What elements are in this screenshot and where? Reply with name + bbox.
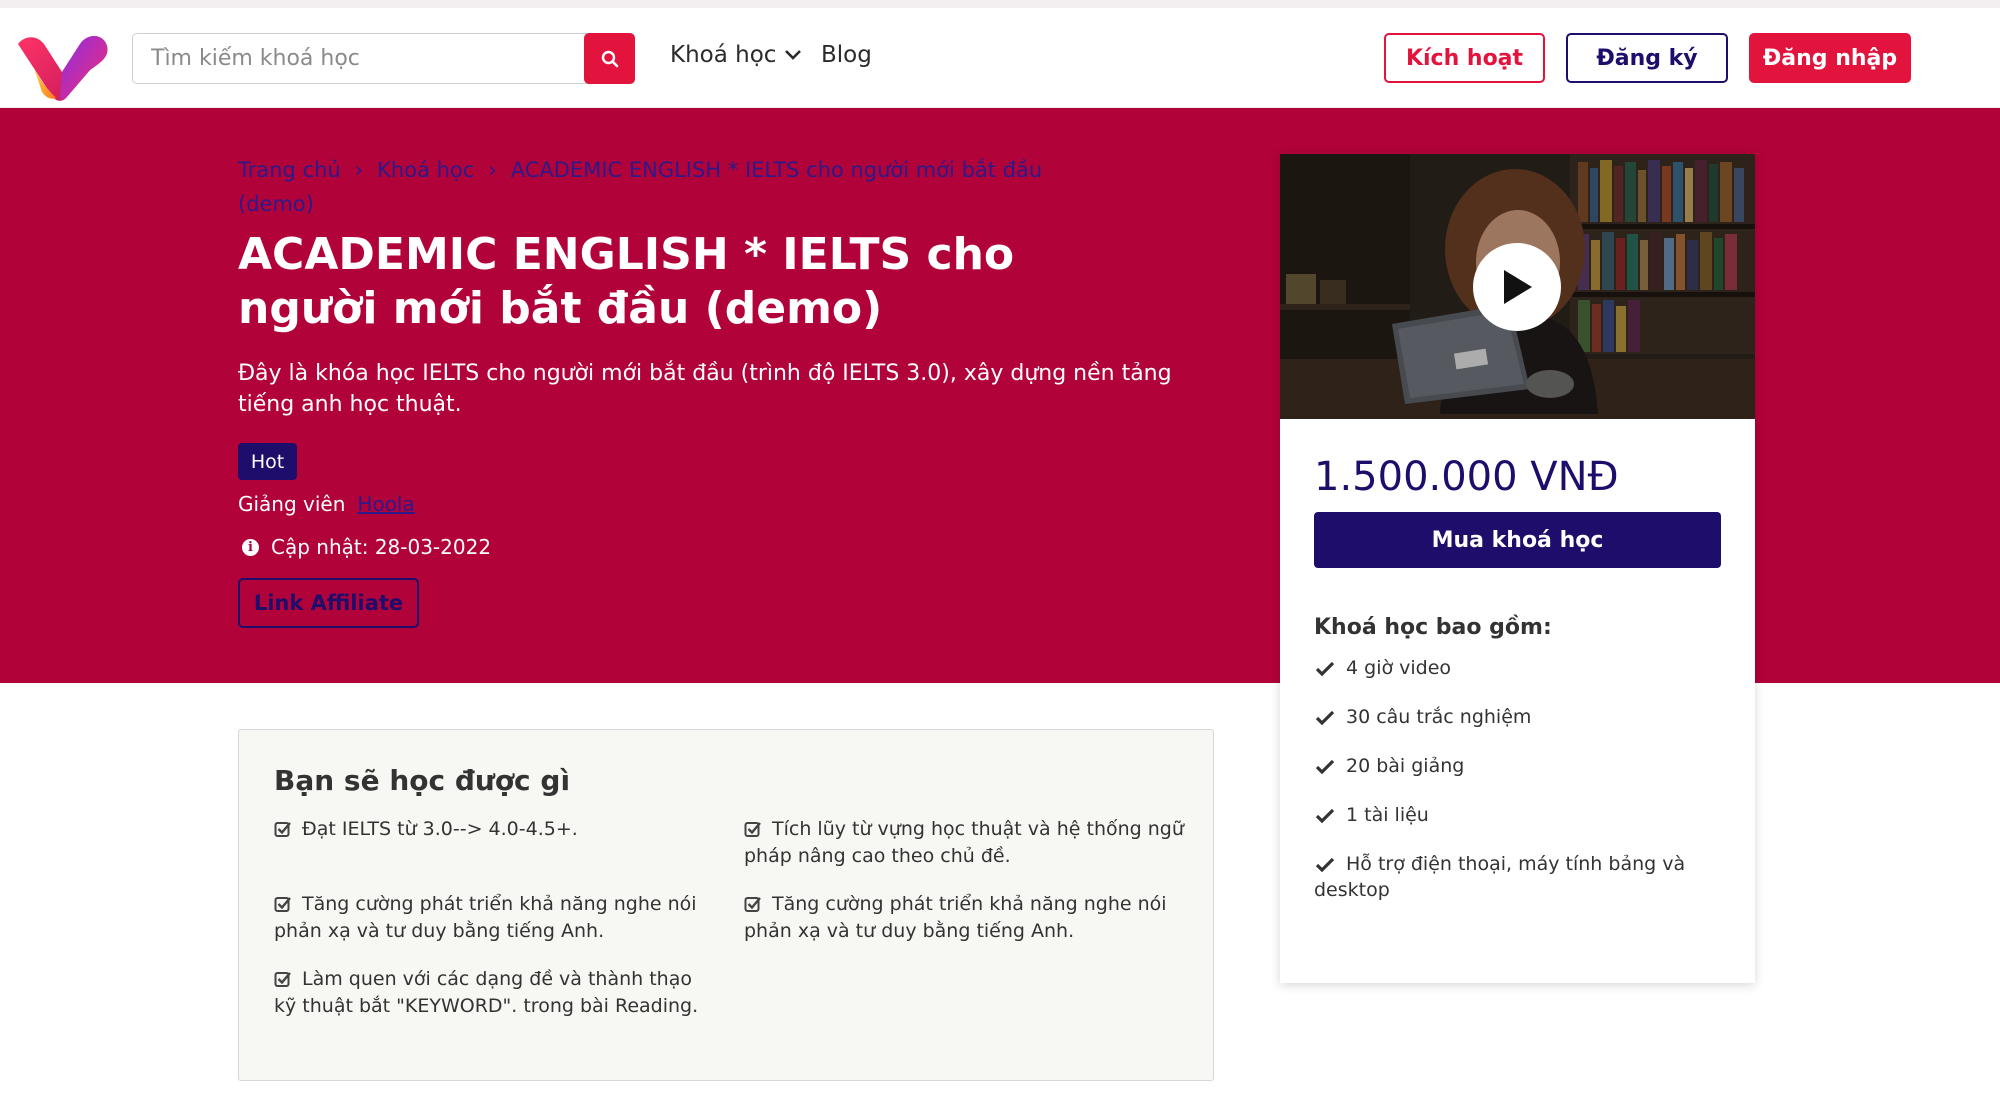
includes-item: 20 bài giảng bbox=[1314, 753, 1724, 779]
affiliate-link-button[interactable]: Link Affiliate bbox=[238, 578, 419, 628]
learn-item: Làm quen với các dạng đề và thành thạo k… bbox=[274, 966, 714, 1020]
nav-courses-dropdown[interactable]: Khoá học bbox=[670, 42, 802, 68]
updated-date: Cập nhật: 28-03-2022 bbox=[271, 535, 492, 559]
includes-item-label: Hỗ trợ điện thoại, máy tính bảng và desk… bbox=[1314, 853, 1686, 901]
checkbox-icon bbox=[274, 897, 291, 912]
check-icon bbox=[1315, 808, 1335, 823]
includes-item: 1 tài liệu bbox=[1314, 802, 1724, 828]
breadcrumb-courses[interactable]: Khoá học bbox=[377, 158, 474, 182]
learn-item: Tăng cường phát triển khả năng nghe nói … bbox=[274, 891, 714, 945]
search-icon bbox=[601, 50, 618, 67]
course-purchase-card: 1.500.000 VNĐ Mua khoá học Khoá học bao … bbox=[1280, 154, 1755, 983]
learn-outcomes-box: Bạn sẽ học được gì Đạt IELTS từ 3.0--> 4… bbox=[238, 729, 1214, 1081]
learn-item: Đạt IELTS từ 3.0--> 4.0-4.5+. bbox=[274, 816, 714, 843]
learn-item-label: Tăng cường phát triển khả năng nghe nói … bbox=[744, 893, 1167, 942]
learn-item-label: Tích lũy từ vựng học thuật và hệ thống n… bbox=[744, 818, 1184, 867]
checkbox-icon bbox=[274, 972, 291, 987]
includes-item-label: 20 bài giảng bbox=[1346, 755, 1465, 777]
search-box bbox=[132, 33, 635, 84]
checkbox-icon bbox=[274, 822, 291, 837]
course-preview-video[interactable] bbox=[1280, 154, 1755, 419]
search-input[interactable] bbox=[133, 34, 583, 83]
breadcrumb-home[interactable]: Trang chủ bbox=[238, 158, 341, 182]
includes-item-label: 4 giờ video bbox=[1346, 657, 1452, 679]
v-logo-icon[interactable] bbox=[14, 28, 110, 104]
includes-item-label: 1 tài liệu bbox=[1346, 804, 1429, 826]
play-button[interactable] bbox=[1473, 243, 1561, 331]
course-price: 1.500.000 VNĐ bbox=[1314, 454, 1619, 500]
learn-item-label: Làm quen với các dạng đề và thành thạo k… bbox=[274, 968, 699, 1017]
includes-item: 30 câu trắc nghiệm bbox=[1314, 704, 1724, 730]
nav-blog-link[interactable]: Blog bbox=[821, 42, 872, 68]
includes-item-label: 30 câu trắc nghiệm bbox=[1346, 706, 1532, 728]
breadcrumb-separator-icon: › bbox=[488, 158, 497, 182]
hot-badge: Hot bbox=[238, 443, 297, 480]
activate-button[interactable]: Kích hoạt bbox=[1384, 33, 1545, 83]
learn-item: Tăng cường phát triển khả năng nghe nói … bbox=[744, 891, 1184, 945]
check-icon bbox=[1315, 759, 1335, 774]
info-icon: i bbox=[242, 538, 259, 556]
check-icon bbox=[1315, 857, 1335, 872]
checkbox-icon bbox=[744, 897, 761, 912]
top-strip bbox=[0, 0, 2000, 8]
instructor-line: Giảng viên Hoola bbox=[238, 492, 415, 516]
register-button[interactable]: Đăng ký bbox=[1566, 33, 1728, 83]
learn-item: Tích lũy từ vựng học thuật và hệ thống n… bbox=[744, 816, 1184, 870]
play-icon bbox=[1504, 270, 1532, 304]
breadcrumb: Trang chủ › Khoá học › ACADEMIC ENGLISH * IE… bbox=[238, 153, 1098, 221]
login-button[interactable]: Đăng nhập bbox=[1749, 33, 1911, 83]
learn-item-label: Đạt IELTS từ 3.0--> 4.0-4.5+. bbox=[302, 818, 578, 840]
course-description: Đây là khóa học IELTS cho người mới bắt … bbox=[238, 361, 1172, 417]
checkbox-icon bbox=[744, 822, 761, 837]
buy-course-button[interactable]: Mua khoá học bbox=[1314, 512, 1721, 568]
check-icon bbox=[1315, 710, 1335, 725]
check-icon bbox=[1315, 661, 1335, 676]
instructor-link[interactable]: Hoola bbox=[357, 492, 414, 516]
chevron-down-icon bbox=[785, 50, 802, 60]
includes-item: Hỗ trợ điện thoại, máy tính bảng và desk… bbox=[1314, 851, 1724, 903]
includes-heading: Khoá học bao gồm: bbox=[1314, 615, 1552, 640]
learn-item-label: Tăng cường phát triển khả năng nghe nói … bbox=[274, 893, 697, 942]
learn-outcomes-title: Bạn sẽ học được gì bbox=[274, 764, 571, 797]
includes-item: 4 giờ video bbox=[1314, 655, 1724, 681]
instructor-label: Giảng viên bbox=[238, 492, 346, 516]
updated-line: i Cập nhật: 28-03-2022 bbox=[242, 535, 491, 559]
site-header: Khoá học Blog Kích hoạt Đăng ký Đăng nhậ… bbox=[0, 8, 2000, 108]
includes-list: 4 giờ video 30 câu trắc nghiệm 20 bài gi… bbox=[1314, 655, 1724, 926]
search-button[interactable] bbox=[584, 33, 635, 84]
course-title: ACADEMIC ENGLISH * IELTS cho người mới b… bbox=[238, 229, 1015, 334]
breadcrumb-separator-icon: › bbox=[354, 158, 364, 182]
nav-courses-label: Khoá học bbox=[670, 42, 777, 68]
